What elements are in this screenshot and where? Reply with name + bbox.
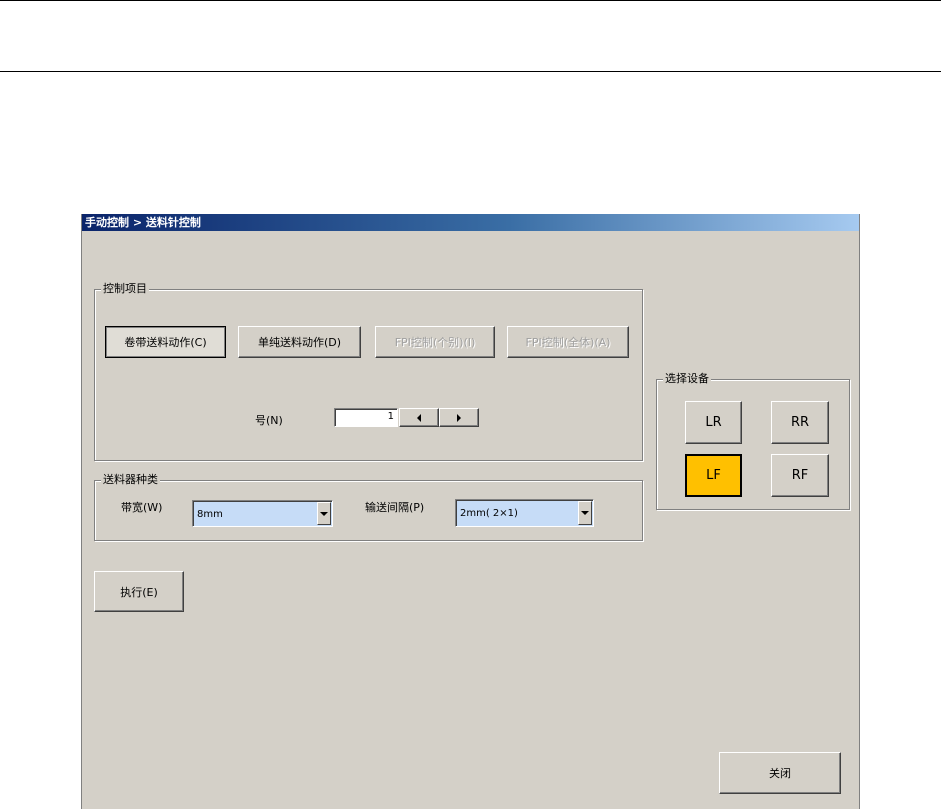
feed-pitch-dropdown-button[interactable] <box>578 501 592 525</box>
feed-pitch-value: 2mm( 2×1) <box>460 508 518 519</box>
manual-control-window: 手动控制 > 送料针控制 控制项目 卷带送料动作(C) 单纯送料动作(D) FP… <box>81 214 860 809</box>
simple-feed-button[interactable]: 单纯送料动作(D) <box>238 326 361 358</box>
number-input[interactable]: 1 <box>334 408 398 427</box>
number-increment-button[interactable] <box>439 408 479 427</box>
tape-width-label: 带宽(W) <box>121 501 163 514</box>
number-label: 号(N) <box>255 414 283 427</box>
header-rule <box>0 71 941 72</box>
device-rr-button[interactable]: RR <box>771 401 829 444</box>
device-lr-button[interactable]: LR <box>685 401 742 444</box>
tape-width-value: 8mm <box>197 509 223 520</box>
tape-width-dropdown-button[interactable] <box>317 502 331 525</box>
device-rf-button[interactable]: RF <box>771 454 829 497</box>
fpi-all-button[interactable]: FPI控制(全体)(A) <box>507 326 629 358</box>
top-rule <box>0 0 941 1</box>
tape-width-select[interactable]: 8mm <box>192 500 333 527</box>
number-decrement-button[interactable] <box>399 408 439 427</box>
feeder-type-group: 送料器种类 带宽(W) 8mm 输送间隔(P) 2mm( 2×1) <box>94 473 643 541</box>
reel-feed-button[interactable]: 卷带送料动作(C) <box>105 326 226 358</box>
device-select-legend: 选择设备 <box>663 372 711 386</box>
left-arrow-icon <box>417 413 421 422</box>
control-items-group: 控制项目 卷带送料动作(C) 单纯送料动作(D) FPI控制(个别)(I) FP… <box>94 282 643 461</box>
device-lf-button[interactable]: LF <box>685 454 742 497</box>
device-select-group: 选择设备 LR RR LF RF <box>656 372 850 510</box>
right-arrow-icon <box>457 413 461 422</box>
close-button[interactable]: 关闭 <box>719 752 841 794</box>
fpi-individual-button[interactable]: FPI控制(个别)(I) <box>375 326 495 358</box>
feeder-type-legend: 送料器种类 <box>101 473 160 487</box>
chevron-down-icon <box>320 511 328 516</box>
feed-pitch-label: 输送间隔(P) <box>365 501 425 514</box>
window-title: 手动控制 > 送料针控制 <box>82 214 859 231</box>
execute-button[interactable]: 执行(E) <box>94 571 184 612</box>
chevron-down-icon <box>581 511 589 515</box>
feed-pitch-select[interactable]: 2mm( 2×1) <box>455 499 594 527</box>
control-items-legend: 控制项目 <box>101 282 149 296</box>
